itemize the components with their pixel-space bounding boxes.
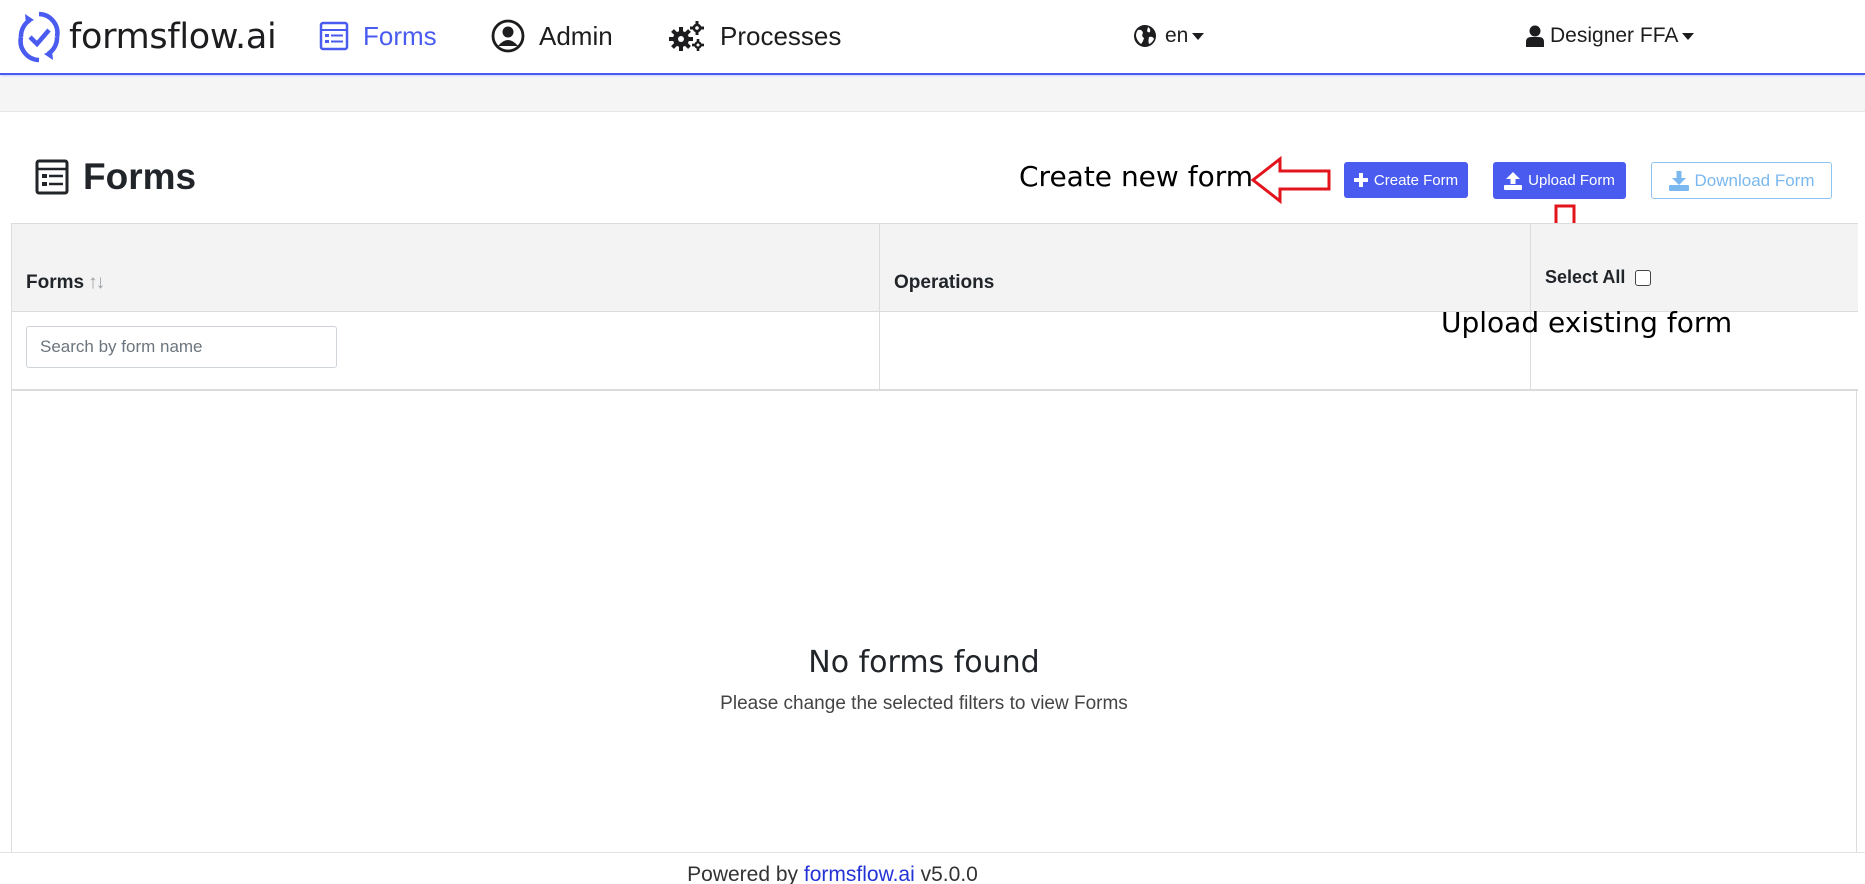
caret-down-icon <box>1682 32 1695 40</box>
search-input[interactable] <box>26 326 337 368</box>
empty-state-title: No forms found <box>808 645 1040 680</box>
formsflow-logo-icon <box>18 11 60 63</box>
column-forms-label: Forms <box>26 272 85 293</box>
empty-state-subtitle: Please change the selected filters to vi… <box>720 693 1128 714</box>
user-icon <box>1526 25 1544 47</box>
nav-admin[interactable]: Admin <box>491 14 613 58</box>
sort-icon[interactable]: ↑↓ <box>88 272 105 293</box>
upload-form-button[interactable]: Upload Form <box>1493 162 1626 199</box>
annotation-create-new-form: Create new form <box>1019 160 1253 193</box>
empty-state <box>12 391 1858 884</box>
footer-link[interactable]: formsflow.ai <box>804 863 915 884</box>
language-label: en <box>1165 24 1189 47</box>
page-title-text: Forms <box>83 156 197 197</box>
upload-form-label: Upload Form <box>1528 172 1615 189</box>
nav-forms-label: Forms <box>363 20 437 51</box>
globe-icon <box>1134 25 1156 47</box>
select-all-checkbox[interactable] <box>1635 269 1652 286</box>
footer-version: v5.0.0 <box>920 863 978 884</box>
filter-cell-operations <box>880 312 1531 389</box>
download-icon <box>1668 170 1689 191</box>
download-form-button[interactable]: Download Form <box>1651 162 1832 199</box>
page-title: Forms <box>35 154 196 200</box>
table-header: Forms ↑↓ Operations Select All <box>12 223 1858 313</box>
footer-prefix: Powered by <box>687 863 799 884</box>
nav-forms[interactable]: Forms <box>319 14 437 58</box>
forms-icon <box>319 21 349 51</box>
nav-admin-label: Admin <box>539 20 613 51</box>
column-header-select-all: Select All <box>1531 224 1858 313</box>
select-all-label: Select All <box>1545 267 1626 287</box>
nav-processes-label: Processes <box>720 20 842 51</box>
footer: Powered by formsflow.ai v5.0.0 <box>0 852 1865 884</box>
column-operations-label: Operations <box>894 272 995 293</box>
gears-icon <box>669 21 704 51</box>
caret-down-icon <box>1192 32 1205 40</box>
top-navbar: formsflow.ai Forms Admin Processes en De… <box>0 0 1865 75</box>
column-header-forms[interactable]: Forms ↑↓ <box>12 224 880 313</box>
plus-icon <box>1353 173 1368 187</box>
column-header-operations: Operations <box>880 224 1531 313</box>
filter-cell-forms <box>12 312 880 389</box>
brand-name: formsflow.ai <box>69 17 277 57</box>
download-form-label: Download Form <box>1694 170 1815 190</box>
create-form-button[interactable]: Create Form <box>1344 162 1468 198</box>
forms-icon <box>35 159 69 195</box>
user-dropdown[interactable]: Designer FFA <box>1526 20 1695 52</box>
brand[interactable]: formsflow.ai <box>16 8 277 66</box>
upload-icon <box>1504 171 1523 190</box>
user-name: Designer FFA <box>1550 24 1679 47</box>
sub-header-bar <box>0 77 1865 112</box>
arrow-left-icon <box>1250 155 1331 205</box>
nav-processes[interactable]: Processes <box>668 14 841 58</box>
language-dropdown[interactable]: en <box>1133 20 1205 52</box>
annotation-upload-existing-form: Upload existing form <box>1441 306 1733 339</box>
user-circle-icon <box>491 19 525 53</box>
create-form-label: Create Form <box>1373 171 1459 189</box>
